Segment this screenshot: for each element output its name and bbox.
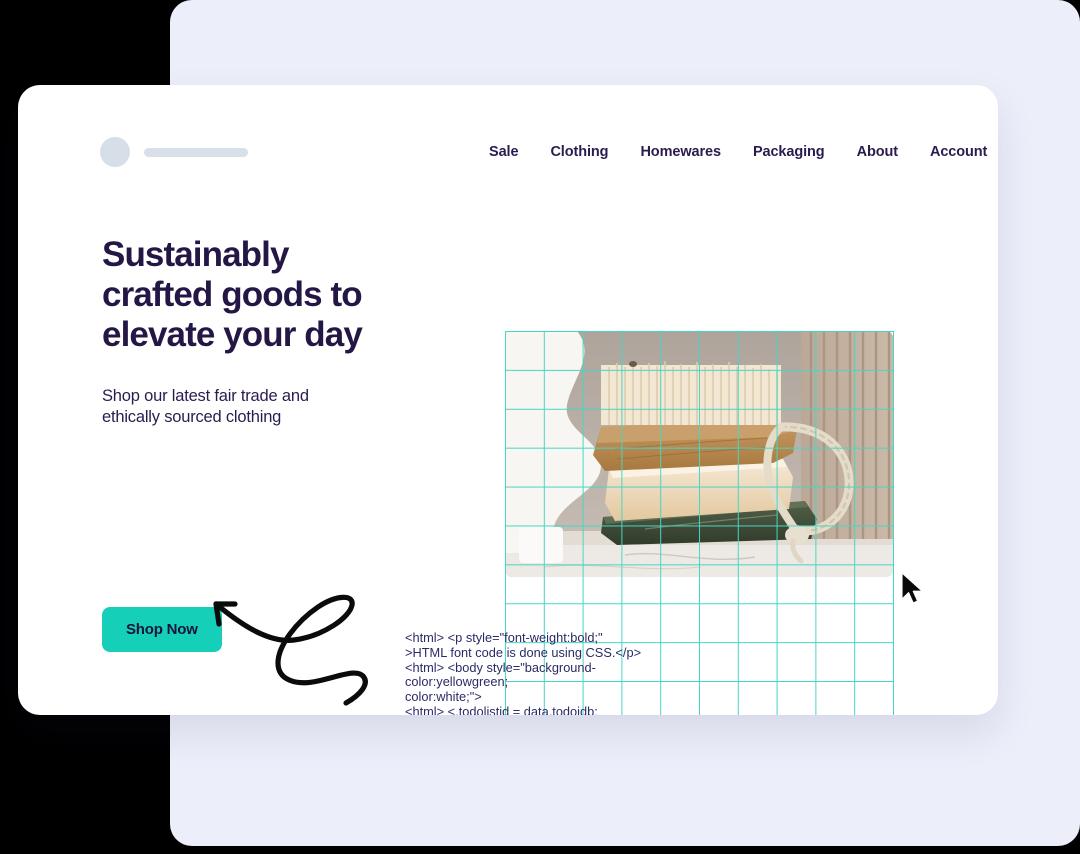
nav-item-clothing[interactable]: Clothing (534, 140, 624, 164)
nav-item-sale[interactable]: Sale (473, 140, 534, 164)
nav-item-about[interactable]: About (841, 140, 914, 164)
nav-item-homewares[interactable]: Homewares (624, 140, 737, 164)
site-header: Sale Clothing Homewares Packaging About … (18, 85, 998, 215)
nav-item-packaging[interactable]: Packaging (737, 140, 841, 164)
product-photo (505, 331, 893, 577)
nav-item-account[interactable]: Account (914, 140, 998, 164)
logo-mark-icon (100, 137, 130, 167)
mouse-cursor-icon (901, 572, 923, 604)
hero-subheadline: Shop our latest fair trade and ethically… (102, 387, 309, 426)
shop-now-button[interactable]: Shop Now (102, 607, 222, 652)
hand-drawn-arrow-icon (213, 594, 368, 706)
code-text-block-a: <html> <p style="font-weight:bold;" >HTM… (405, 630, 642, 715)
product-photo-artwork (505, 331, 893, 577)
site-logo[interactable] (100, 137, 248, 167)
hero-section: Sustainably crafted goods to elevate you… (102, 235, 402, 652)
logo-wordmark-placeholder (144, 147, 248, 157)
browser-card: Sale Clothing Homewares Packaging About … (18, 85, 998, 715)
hero-headline: Sustainably crafted goods to elevate you… (102, 235, 363, 354)
main-navigation: Sale Clothing Homewares Packaging About … (473, 140, 998, 164)
screenshot-stage: Sale Clothing Homewares Packaging About … (0, 0, 1080, 854)
